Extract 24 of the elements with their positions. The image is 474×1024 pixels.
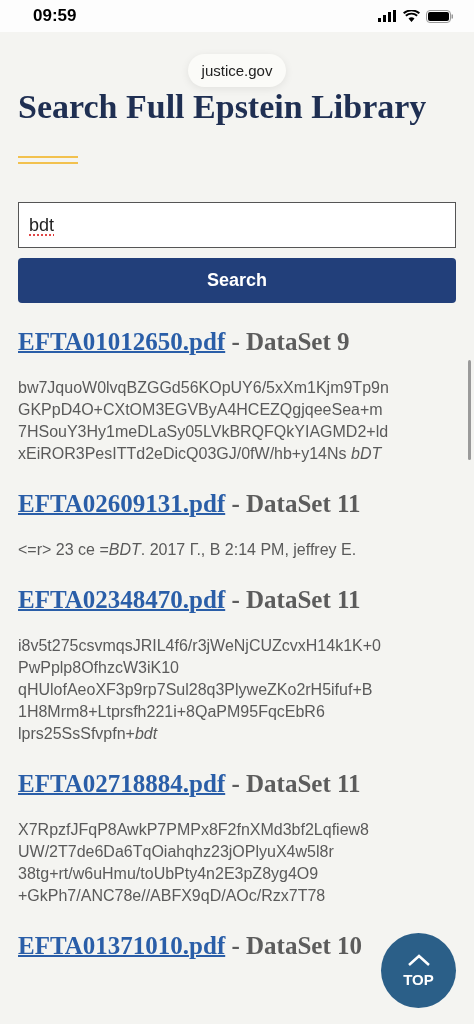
page-title: Search Full Epstein Library <box>18 87 428 127</box>
dataset-label: - DataSet 11 <box>231 490 361 517</box>
search-field[interactable]: bdt <box>18 202 456 248</box>
dataset-label: - DataSet 11 <box>231 770 361 797</box>
result-snippet: <=r> 23 ce =BDT. 2017 Г., В 2:14 PM, jeffrey E. <box>18 540 358 560</box>
dataset-label: - DataSet 10 <box>231 932 362 959</box>
result-link[interactable]: EFTA01012650.pdf <box>18 328 226 355</box>
result-link[interactable]: EFTA02609131.pdf <box>18 490 226 517</box>
clock-time: 09:59 <box>33 6 77 26</box>
signal-icon <box>378 10 397 22</box>
back-to-top-button[interactable]: TOP <box>381 933 456 1008</box>
search-button[interactable]: Search <box>18 258 456 303</box>
result-snippet: bw7JquoW0lvqBZGGd56KOpUY6/5xXm1Kjm9Tp9n GKPpD4O+CXtOM3EGVByA4HCEZQgjqeeSea+m 7HSouY3Hy1meDLaSy05LVkBRQFQkYIAGMD2+ld xEiROR3PesITTd2eDicQ03GJ/0fW/hb+y14Ns bDT <box>18 378 390 464</box>
dataset-label: - DataSet 9 <box>231 328 350 355</box>
dataset-label: - DataSet 11 <box>231 586 361 613</box>
result-snippet: X7RpzfJFqP8AwkP7PMPx8F2fnXMd3bf2Lqfiew8 UW/2T7de6Da6TqOiahqhz23jOPlyuX4w5l8r 38tg+rt/w6uHmu/toUbPty4n2E3pZ8yg4O9 +GkPh7/ANC78e//ABFX9qD/AOc/Rzx7T78 <box>18 820 370 906</box>
result-link[interactable]: EFTA02348470.pdf <box>18 586 226 613</box>
chevron-up-icon <box>406 953 431 967</box>
result-snippet: i8v5t275csvmqsJRIL4f6/r3jWeNjCUZcvxH14k1K+0 PwPplp8OfhzcW3iK10 qHUlofAeoXF3p9rp7Sul28q3PlyweZKo2rH5ifuf+B 1H8Mrm8+Ltprsfh221i+8QaPM95FqcEbR6 lprs25SsSfvpfn+bdt <box>18 636 382 744</box>
result-link[interactable]: EFTA02718884.pdf <box>18 770 226 797</box>
result-link[interactable]: EFTA01371010.pdf <box>18 932 226 959</box>
wifi-icon <box>403 10 420 22</box>
address-bar[interactable]: justice.gov <box>187 54 287 87</box>
battery-icon <box>426 9 454 23</box>
